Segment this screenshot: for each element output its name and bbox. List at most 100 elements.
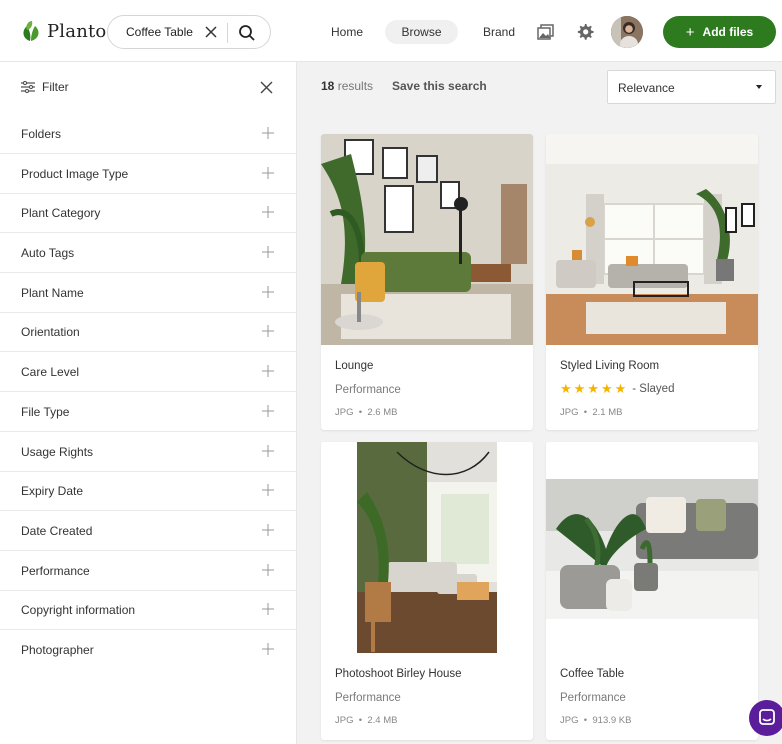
filter-icon — [21, 81, 35, 93]
plus-icon[interactable] — [262, 127, 274, 139]
plus-icon[interactable] — [262, 445, 274, 457]
asset-format: JPG — [560, 407, 579, 418]
asset-title[interactable]: Lounge — [335, 360, 373, 372]
asset-title[interactable]: Coffee Table — [560, 668, 624, 680]
plus-icon[interactable] — [262, 365, 274, 377]
facet-file-type[interactable]: File Type — [0, 392, 297, 432]
plus-icon[interactable] — [262, 643, 274, 655]
avatar[interactable] — [611, 16, 643, 48]
results-panel: 18 results Save this search Relevance Lo… — [297, 62, 782, 744]
nav-home[interactable]: Home — [331, 20, 363, 44]
facet-label: Plant Name — [21, 286, 84, 300]
plus-icon[interactable] — [262, 484, 274, 496]
star-icon: ★ — [560, 381, 572, 396]
brand-name: Planto — [47, 20, 107, 42]
add-files-button[interactable]: + Add files — [663, 16, 776, 48]
top-header: Planto Coffee Table Home Browse Brand + … — [0, 0, 782, 62]
facet-label: Plant Category — [21, 206, 101, 220]
facet-usage-rights[interactable]: Usage Rights — [0, 432, 297, 472]
plus-icon: + — [685, 23, 695, 41]
thumbnail-image — [546, 442, 758, 653]
facet-label: Product Image Type — [21, 167, 129, 181]
leaf-icon — [23, 21, 39, 41]
filter-sidebar: Filter Folders Product Image Type Plant … — [0, 62, 297, 744]
filter-header: Filter — [0, 62, 297, 114]
asset-format: JPG — [560, 715, 579, 726]
facet-label: Auto Tags — [21, 246, 75, 260]
facet-plant-category[interactable]: Plant Category — [0, 193, 297, 233]
chat-launcher[interactable] — [749, 700, 782, 736]
facet-auto-tags[interactable]: Auto Tags — [0, 233, 297, 273]
asset-size: 2.6 MB — [367, 407, 398, 418]
close-icon[interactable] — [203, 24, 219, 40]
gear-icon[interactable] — [576, 23, 594, 41]
brand-logo[interactable]: Planto — [21, 20, 106, 42]
plus-icon[interactable] — [262, 603, 274, 615]
facet-plant-name[interactable]: Plant Name — [0, 273, 297, 313]
search-divider — [227, 23, 228, 43]
plus-icon[interactable] — [262, 206, 274, 218]
asset-thumbnail[interactable] — [321, 134, 533, 345]
asset-size: 2.1 MB — [592, 407, 623, 418]
facet-product-image-type[interactable]: Product Image Type — [0, 154, 297, 194]
asset-subtitle: Performance — [335, 692, 401, 704]
asset-meta: JPG • 913.9 KB — [560, 715, 632, 726]
asset-title[interactable]: Photoshoot Birley House — [335, 668, 462, 680]
asset-meta: JPG • 2.1 MB — [560, 407, 623, 418]
results-toolbar: 18 results Save this search Relevance — [297, 62, 782, 112]
search-icon[interactable] — [237, 23, 257, 43]
facet-label: Performance — [21, 564, 90, 578]
asset-subtitle: Performance — [560, 692, 626, 704]
plus-icon[interactable] — [262, 246, 274, 258]
asset-card[interactable]: Coffee Table Performance JPG • 913.9 KB — [546, 442, 758, 740]
filter-title: Filter — [42, 80, 69, 94]
results-count-number: 18 — [321, 79, 335, 93]
plus-icon[interactable] — [262, 167, 274, 179]
star-icon: ★ — [573, 381, 586, 396]
asset-title[interactable]: Styled Living Room — [560, 360, 659, 372]
asset-size: 2.4 MB — [367, 715, 398, 726]
nav-browse[interactable]: Browse — [385, 20, 458, 44]
facet-copyright-information[interactable]: Copyright information — [0, 590, 297, 630]
caret-down-icon — [756, 85, 762, 89]
facet-orientation[interactable]: Orientation — [0, 312, 297, 352]
close-icon[interactable] — [260, 81, 273, 94]
plus-icon[interactable] — [262, 405, 274, 417]
rating-stars: ★ ★ ★ ★ ★ - Slayed — [560, 382, 674, 395]
results-count-suffix: results — [337, 79, 374, 93]
thumbnail-image — [321, 442, 533, 653]
facet-expiry-date[interactable]: Expiry Date — [0, 471, 297, 511]
facet-care-level[interactable]: Care Level — [0, 352, 297, 392]
asset-card[interactable]: Styled Living Room ★ ★ ★ ★ ★ - Slayed JP… — [546, 134, 758, 430]
facet-folders[interactable]: Folders — [0, 114, 297, 154]
star-icon: ★ — [600, 381, 613, 396]
image-icon[interactable] — [537, 23, 555, 41]
plus-icon[interactable] — [262, 286, 274, 298]
plus-icon[interactable] — [262, 524, 274, 536]
asset-meta: JPG • 2.4 MB — [335, 715, 398, 726]
asset-thumbnail[interactable] — [546, 442, 758, 653]
nav-brand[interactable]: Brand — [483, 20, 515, 44]
plus-icon[interactable] — [262, 564, 274, 576]
asset-card[interactable]: Photoshoot Birley House Performance JPG … — [321, 442, 533, 740]
facet-label: Copyright information — [21, 603, 136, 617]
save-search-link[interactable]: Save this search — [392, 79, 487, 93]
asset-card[interactable]: Lounge Performance JPG • 2.6 MB — [321, 134, 533, 430]
asset-thumbnail[interactable] — [546, 134, 758, 345]
facet-label: File Type — [21, 405, 70, 419]
results-count: 18 results — [321, 79, 373, 93]
asset-subtitle: Performance — [335, 384, 401, 396]
facet-date-created[interactable]: Date Created — [0, 511, 297, 551]
search-input[interactable]: Coffee Table — [126, 25, 193, 39]
search-box[interactable]: Coffee Table — [107, 15, 271, 49]
thumbnail-image — [321, 134, 533, 345]
facet-label: Photographer — [21, 643, 94, 657]
star-icon: ★ — [587, 381, 599, 396]
facet-photographer[interactable]: Photographer — [0, 630, 297, 670]
asset-thumbnail[interactable] — [321, 442, 533, 653]
sort-select[interactable]: Relevance — [607, 70, 776, 104]
asset-format: JPG — [335, 407, 354, 418]
facet-performance[interactable]: Performance — [0, 551, 297, 591]
rating-label: - Slayed — [632, 382, 675, 395]
plus-icon[interactable] — [262, 325, 274, 337]
